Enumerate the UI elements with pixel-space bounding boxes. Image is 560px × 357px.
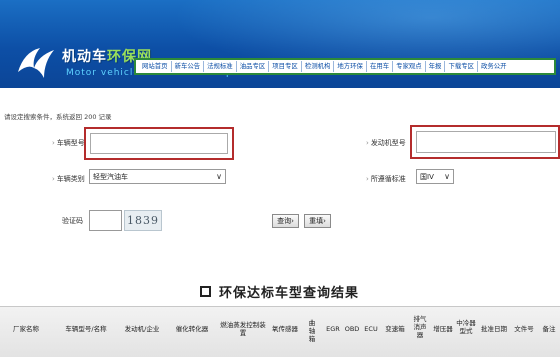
arrow-icon: › — [366, 175, 369, 183]
column-header: OBD — [344, 325, 360, 333]
standard-value: 国IV — [420, 172, 434, 181]
site-header: 机动车环保网 Motor vehicle environmental prote… — [0, 0, 560, 88]
vehicle-model-label: › 车辆型号 — [52, 139, 85, 147]
arrow-icon: › — [323, 217, 326, 225]
nav-item-in-use[interactable]: 在用车 — [367, 61, 394, 72]
nav-item-projects[interactable]: 项目专区 — [269, 61, 302, 72]
vehicle-type-value: 轻型汽油车 — [93, 172, 128, 181]
nav-item-home[interactable]: 网站首页 — [139, 61, 172, 72]
column-header: 批准日期 — [481, 325, 507, 333]
column-header: 燃油蒸发控制装置 — [220, 321, 266, 337]
main-nav: 网站首页 新车公告 法规标准 油品专区 项目专区 检测机构 地方环保 在用车 专… — [134, 58, 556, 75]
standard-select[interactable]: 国IV ∨ — [416, 169, 454, 184]
column-header: 氧传感器 — [272, 325, 298, 333]
nav-item-local[interactable]: 地方环保 — [334, 61, 367, 72]
column-header: 曲轴箱 — [308, 319, 316, 343]
search-button[interactable]: 查询 › — [272, 214, 299, 228]
column-header: 文件号 — [514, 325, 534, 333]
vehicle-type-select[interactable]: 轻型汽油车 ∨ — [89, 169, 226, 184]
results-title: 环保达标车型查询结果 — [219, 285, 360, 301]
chevron-down-icon: ∨ — [444, 172, 450, 181]
column-header: EGR — [326, 325, 340, 333]
nav-item-downloads[interactable]: 下载专区 — [445, 61, 479, 72]
search-button-label: 查询 — [277, 217, 292, 225]
column-header: 发动机/企业 — [124, 325, 160, 333]
arrow-icon: › — [366, 139, 369, 147]
results-heading: 环保达标车型查询结果 — [200, 281, 359, 301]
nav-item-reports[interactable]: 年报 — [426, 61, 446, 72]
engine-model-label: › 发动机型号 — [366, 139, 406, 147]
column-header: 排气消声器 — [413, 315, 427, 339]
column-header: 厂家名称 — [13, 325, 39, 333]
vehicle-model-input[interactable] — [90, 133, 228, 154]
nav-item-fuel[interactable]: 油品专区 — [237, 61, 270, 72]
column-header: 备注 — [542, 325, 556, 333]
nav-item-new-car[interactable]: 新车公告 — [172, 61, 205, 72]
captcha-label: 验证码 — [62, 217, 83, 225]
column-header: 增压器 — [433, 325, 453, 333]
engine-model-input[interactable] — [416, 131, 556, 153]
arrow-icon: › — [52, 175, 55, 183]
standard-label: › 所遵循标准 — [366, 175, 406, 183]
reset-button[interactable]: 重填 › — [304, 214, 331, 228]
nav-item-gov[interactable]: 政务公开 — [478, 61, 510, 72]
chevron-down-icon: ∨ — [216, 172, 222, 181]
column-header: 车辆型号/名称 — [65, 325, 107, 333]
nav-item-experts[interactable]: 专家观点 — [393, 61, 426, 72]
vehicle-type-label: › 车辆类别 — [52, 175, 85, 183]
square-icon — [200, 285, 211, 297]
column-header: 中冷器型式 — [456, 319, 476, 335]
logo-icon — [18, 48, 54, 78]
column-header: 变速箱 — [385, 325, 405, 333]
column-header: ECU — [364, 325, 378, 333]
captcha-image[interactable]: 1839 — [124, 210, 162, 231]
arrow-icon: › — [52, 139, 55, 147]
status-text: 请设定搜索条件，系统返回 200 记录 — [4, 113, 112, 121]
results-table-header: 厂家名称 车辆型号/名称 发动机/企业 催化转化器 燃油蒸发控制装置 氧传感器 … — [0, 306, 560, 357]
nav-item-testing[interactable]: 检测机构 — [302, 61, 335, 72]
arrow-icon: › — [291, 217, 294, 225]
column-header: 催化转化器 — [175, 325, 209, 333]
reset-button-label: 重填 — [309, 217, 324, 225]
captcha-input[interactable] — [89, 210, 122, 231]
nav-item-regulations[interactable]: 法规标准 — [204, 61, 237, 72]
